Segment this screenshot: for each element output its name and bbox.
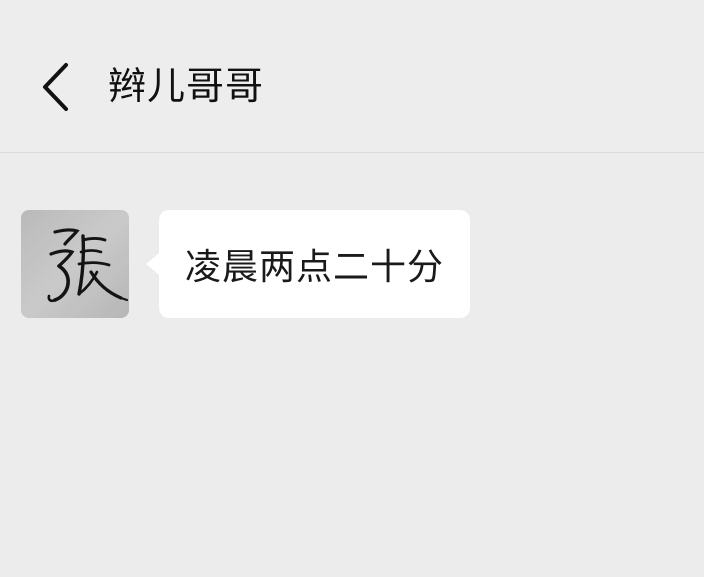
message-list[interactable]: 凌晨两点二十分 <box>0 153 704 577</box>
chat-header: 辫儿哥哥 <box>0 0 704 153</box>
avatar[interactable] <box>21 210 129 318</box>
back-button[interactable] <box>30 58 80 116</box>
bubble-tail <box>146 253 159 275</box>
chat-title: 辫儿哥哥 <box>108 64 265 108</box>
message-text: 凌晨两点二十分 <box>185 247 445 288</box>
calligraphy-avatar-image <box>21 210 129 318</box>
chevron-left-icon <box>43 63 68 111</box>
message-bubble[interactable]: 凌晨两点二十分 <box>159 210 471 318</box>
